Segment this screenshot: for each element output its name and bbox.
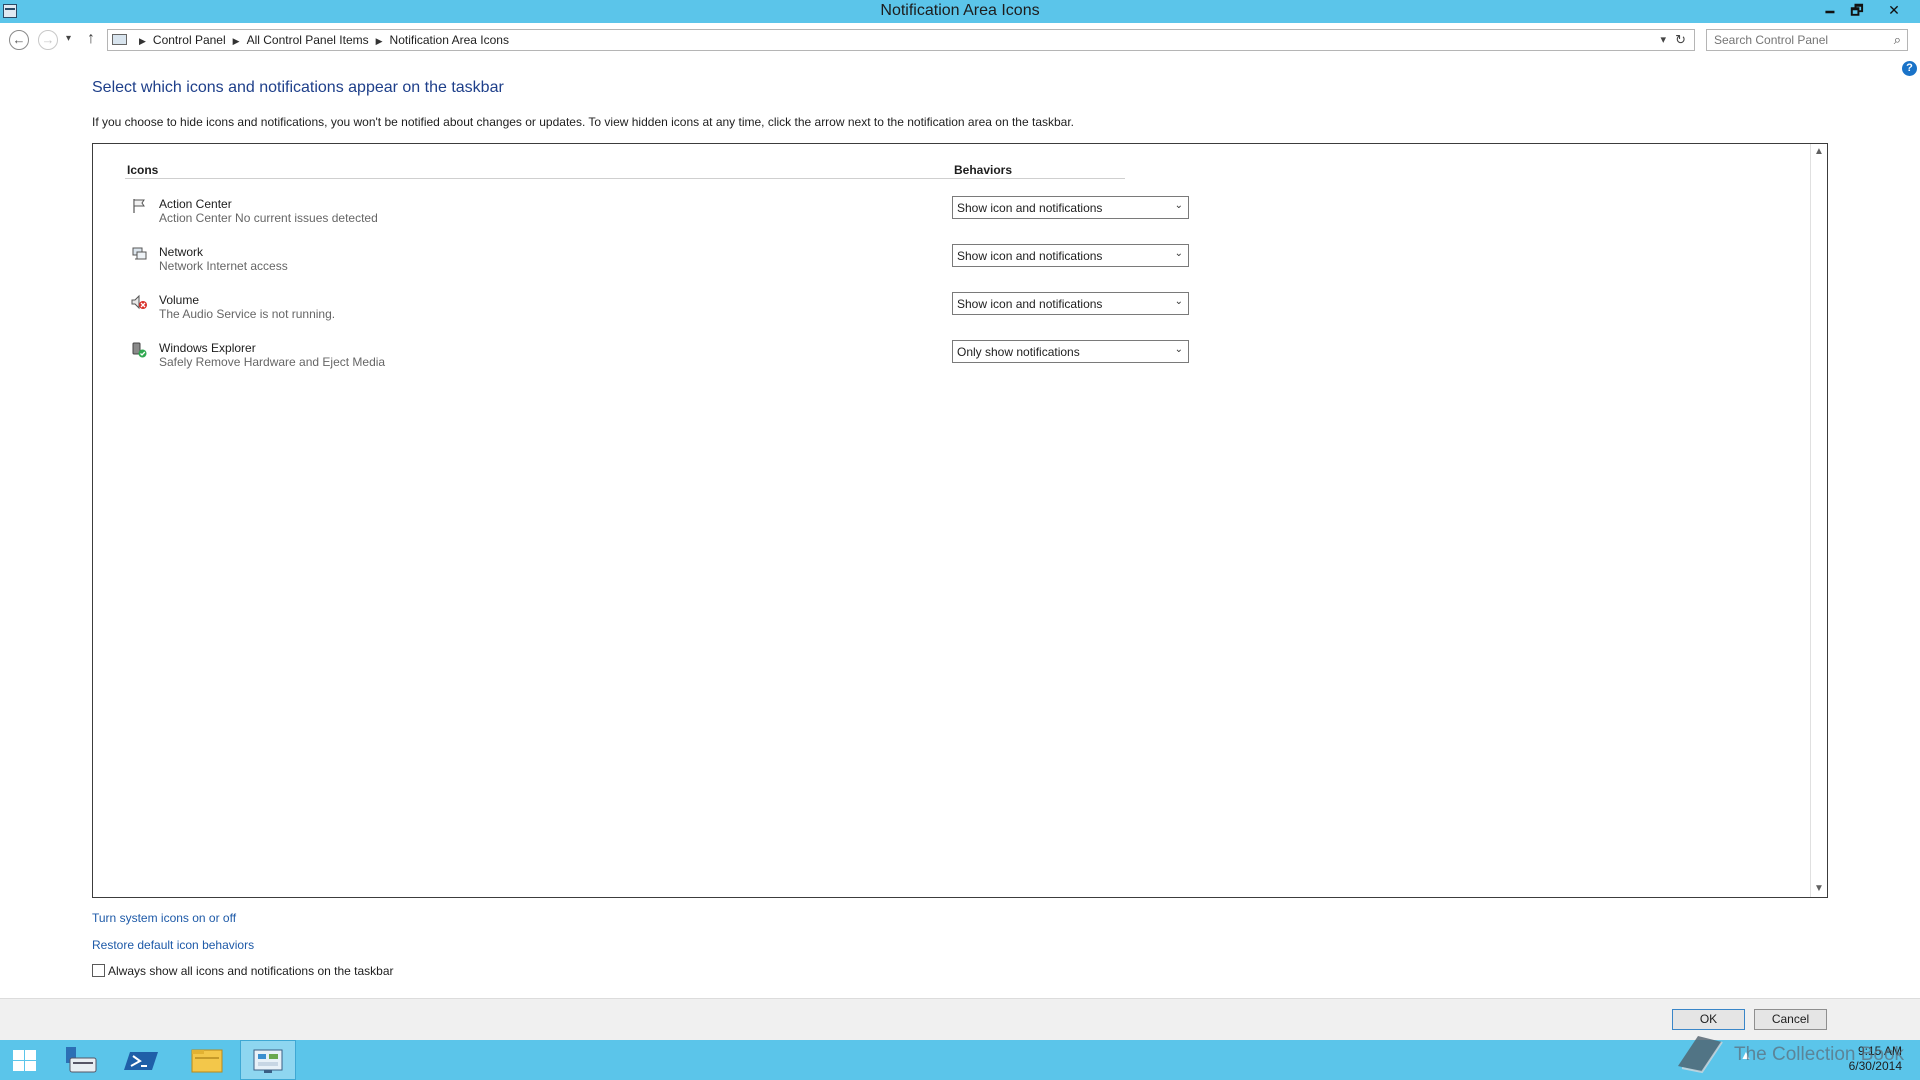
file-explorer-button[interactable] <box>180 1040 236 1080</box>
ok-button[interactable]: OK <box>1672 1009 1745 1030</box>
help-icon[interactable]: ? <box>1902 61 1917 76</box>
taskbar: ▲ 9:15 AM 6/30/2014 <box>0 1040 1920 1080</box>
chevron-right-icon[interactable]: ▶ <box>376 36 383 47</box>
column-header-behaviors: Behaviors <box>954 163 1013 177</box>
control-panel-taskbar-button[interactable] <box>240 1040 296 1080</box>
refresh-icon[interactable]: ↻ <box>1675 32 1686 48</box>
list-item: Action Center Action Center No current i… <box>93 196 1793 236</box>
start-button[interactable] <box>0 1040 56 1080</box>
flag-icon <box>133 199 145 213</box>
search-icon[interactable]: ⌕ <box>1894 32 1901 48</box>
windows-logo-icon <box>13 1050 37 1072</box>
breadcrumb-control-panel[interactable]: Control Panel <box>153 33 226 47</box>
item-status: Action Center No current issues detected <box>159 211 378 225</box>
behavior-select-value: Show icon and notifications <box>957 201 1103 215</box>
list-item: Volume The Audio Service is not running.… <box>93 292 1793 332</box>
server-manager-icon <box>66 1047 97 1073</box>
computer-icon <box>112 34 127 45</box>
dialog-footer: OK Cancel <box>0 998 1920 1040</box>
up-button[interactable]: ↑ <box>87 30 95 48</box>
safely-remove-icon <box>132 342 147 358</box>
powershell-icon <box>124 1052 158 1070</box>
navigation-bar: ← → ▾ ↑ ▶ Control Panel ▶ All Control Panel… <box>0 27 1920 53</box>
always-show-checkbox[interactable] <box>92 964 105 977</box>
scroll-down-icon[interactable]: ▼ <box>1811 881 1827 897</box>
page-title: Select which icons and notifications app… <box>92 79 504 96</box>
item-status: Network Internet access <box>159 259 288 273</box>
powershell-button[interactable] <box>116 1040 172 1080</box>
chevron-down-icon: ⌄ <box>1174 248 1183 259</box>
chevron-down-icon[interactable]: ▾ <box>1660 33 1666 46</box>
chevron-right-icon[interactable]: ▶ <box>233 36 240 47</box>
scroll-up-icon[interactable]: ▲ <box>1811 144 1827 160</box>
cancel-button[interactable]: Cancel <box>1754 1009 1827 1030</box>
item-status: The Audio Service is not running. <box>159 307 336 321</box>
column-header-icons: Icons <box>127 163 159 177</box>
behavior-select-value: Only show notifications <box>957 345 1080 359</box>
control-panel-icon <box>253 1049 283 1073</box>
network-icon <box>132 247 147 260</box>
vertical-scrollbar[interactable]: ▲ ▼ <box>1810 144 1827 897</box>
close-button[interactable]: ✕ <box>1871 0 1917 20</box>
item-status: Safely Remove Hardware and Eject Media <box>159 355 386 369</box>
header-divider <box>125 178 1125 179</box>
search-input[interactable] <box>1707 30 1877 50</box>
always-show-label[interactable]: Always show all icons and notifications … <box>108 964 394 978</box>
breadcrumb-all-items[interactable]: All Control Panel Items <box>247 33 369 47</box>
back-button[interactable]: ← <box>9 30 29 50</box>
forward-button[interactable]: → <box>38 30 58 50</box>
behavior-select[interactable]: Show icon and notifications ⌄ <box>952 196 1189 219</box>
behavior-select[interactable]: Only show notifications ⌄ <box>952 340 1189 363</box>
item-name: Windows Explorer <box>159 341 256 355</box>
server-manager-button[interactable] <box>56 1040 112 1080</box>
page-description: If you choose to hide icons and notifica… <box>92 115 1075 129</box>
item-name: Network <box>159 245 204 259</box>
always-show-option: Always show all icons and notifications … <box>92 964 394 978</box>
behavior-select-value: Show icon and notifications <box>957 297 1103 311</box>
book-icon <box>1678 1036 1723 1074</box>
address-bar[interactable]: ▶ Control Panel ▶ All Control Panel Items ▶ N… <box>107 29 1695 51</box>
turn-system-icons-link[interactable]: Turn system icons on or off <box>92 911 236 925</box>
list-item: Windows Explorer Safely Remove Hardware … <box>93 340 1793 380</box>
behavior-select-value: Show icon and notifications <box>957 249 1103 263</box>
chevron-down-icon: ⌄ <box>1174 200 1183 211</box>
restore-defaults-link[interactable]: Restore default icon behaviors <box>92 938 254 952</box>
volume-muted-icon <box>131 294 147 310</box>
title-bar: Notification Area Icons 🗕 🗗 ✕ <box>0 0 1920 23</box>
behavior-select[interactable]: Show icon and notifications ⌄ <box>952 292 1189 315</box>
chevron-down-icon: ⌄ <box>1174 296 1183 307</box>
chevron-down-icon: ⌄ <box>1174 344 1183 355</box>
item-name: Action Center <box>159 197 232 211</box>
breadcrumb-notification-area-icons[interactable]: Notification Area Icons <box>390 33 509 47</box>
restore-button[interactable]: 🗗 <box>1844 0 1870 20</box>
watermark: The Collection Book <box>1672 1030 1912 1074</box>
minimize-button[interactable]: 🗕 <box>1817 0 1843 20</box>
chevron-right-icon[interactable]: ▶ <box>139 36 146 47</box>
icons-list: Icons Behaviors Action Center Action Cen… <box>92 143 1828 898</box>
item-name: Volume <box>159 293 200 307</box>
window-title: Notification Area Icons <box>880 2 1040 19</box>
watermark-text: The Collection Book <box>1734 1044 1905 1065</box>
search-box[interactable]: ⌕ <box>1706 29 1908 51</box>
breadcrumb: ▶ Control Panel ▶ All Control Panel Items ▶ N… <box>132 33 509 47</box>
list-item: Network Network Internet access Show ico… <box>93 244 1793 284</box>
recent-locations-button[interactable]: ▾ <box>66 33 71 44</box>
folder-icon <box>191 1049 223 1073</box>
behavior-select[interactable]: Show icon and notifications ⌄ <box>952 244 1189 267</box>
